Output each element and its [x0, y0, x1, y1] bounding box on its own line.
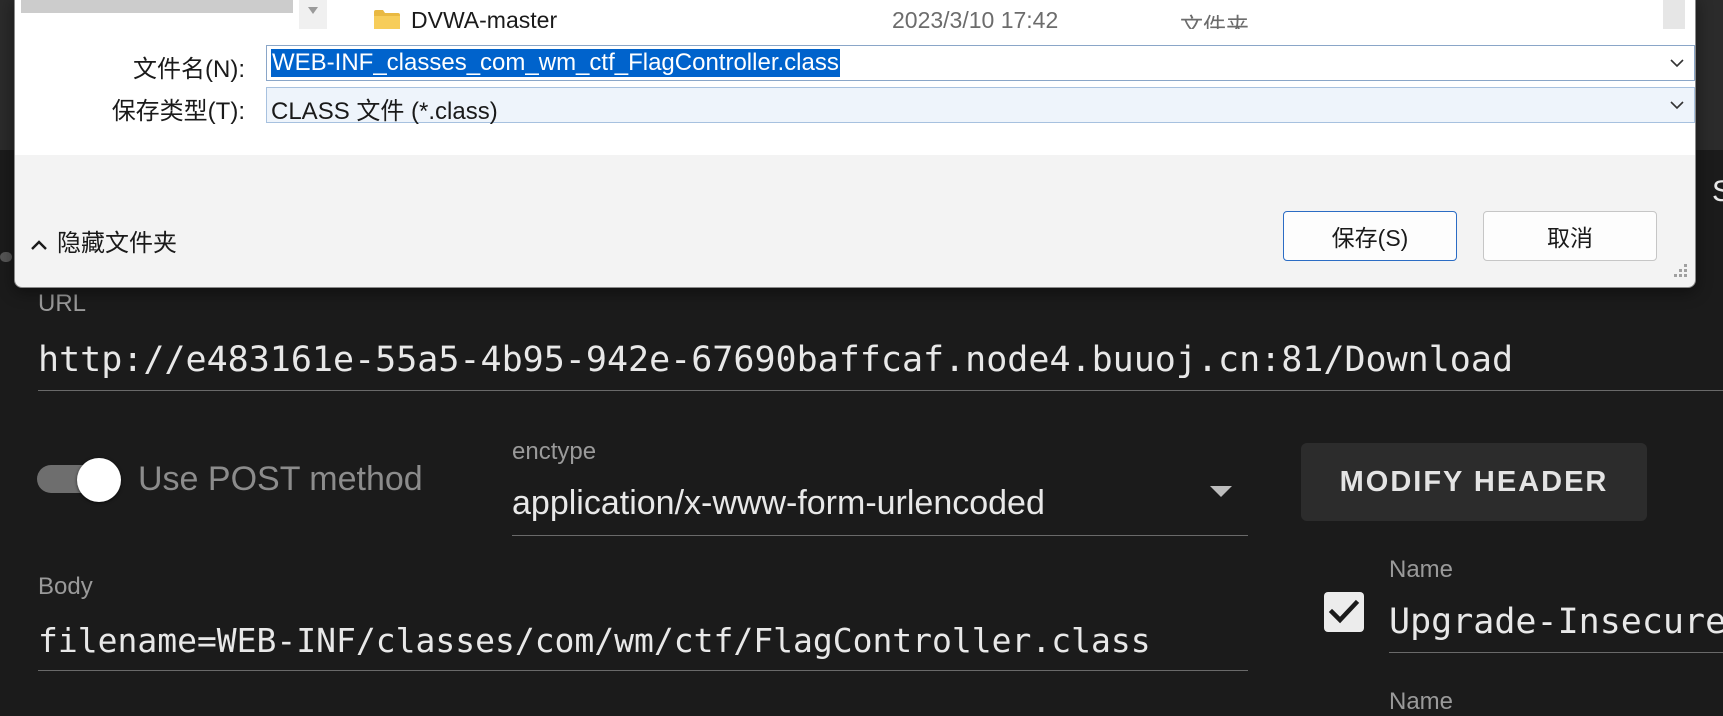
header-name-label: Name — [1389, 688, 1454, 715]
hide-folders-toggle[interactable]: 隐藏文件夹 — [31, 223, 177, 258]
url-input[interactable]: http://e483161e-55a5-4b95-942e-67690baff… — [38, 340, 1513, 380]
filename-combobox[interactable]: WEB-INF_classes_com_wm_ctf_FlagControlle… — [266, 45, 1695, 81]
save-button[interactable]: 保存(S) — [1283, 211, 1457, 261]
enctype-label: enctype — [512, 438, 597, 465]
header-enable-checkbox[interactable] — [1324, 592, 1364, 632]
folder-icon — [374, 10, 400, 29]
chevron-up-icon — [31, 239, 47, 250]
filename-label: 文件名(N): — [133, 56, 245, 83]
chevron-down-icon[interactable] — [1670, 98, 1684, 112]
cancel-button[interactable]: 取消 — [1483, 211, 1657, 261]
chevron-down-icon[interactable] — [1670, 56, 1684, 70]
hide-folders-label: 隐藏文件夹 — [57, 230, 177, 257]
header-name-underline — [1389, 652, 1723, 653]
enctype-select[interactable]: application/x-www-form-urlencoded — [512, 484, 1045, 523]
toggle-knob — [77, 458, 121, 502]
header-name-label: Name — [1389, 556, 1454, 583]
scrollbar-thumb[interactable] — [0, 252, 12, 262]
file-list-scrollbar[interactable] — [1663, 0, 1685, 29]
checkmark-icon — [1328, 599, 1360, 624]
resize-grip-icon[interactable] — [1669, 261, 1689, 281]
save-form-area: 文件名(N): WEB-INF_classes_com_wm_ctf_FlagC… — [15, 29, 1695, 155]
modify-header-button[interactable]: MODIFY HEADER — [1301, 443, 1647, 521]
url-label: URL — [38, 290, 87, 317]
save-file-dialog: DVWA-master 2023/3/10 17:42 文件夹 文件名(N): … — [14, 0, 1696, 288]
body-input[interactable]: filename=WEB-INF/classes/com/wm/ctf/Flag… — [38, 621, 1151, 660]
scroll-down-icon — [308, 7, 318, 14]
filename-input[interactable]: WEB-INF_classes_com_wm_ctf_FlagControlle… — [271, 49, 840, 77]
nav-pane-item[interactable] — [21, 0, 293, 13]
edge-label: S — [1712, 175, 1723, 208]
post-method-label: Use POST method — [138, 460, 423, 498]
nav-pane-scrollbar[interactable] — [299, 0, 327, 29]
dropdown-arrow-icon[interactable] — [1210, 486, 1232, 497]
enctype-underline — [512, 535, 1248, 536]
savetype-value: CLASS 文件 (*.class) — [271, 98, 498, 125]
header-name-input[interactable]: Upgrade-Insecure — [1389, 602, 1723, 642]
body-underline — [38, 670, 1248, 671]
post-method-toggle[interactable] — [37, 458, 121, 502]
url-underline — [38, 390, 1723, 391]
body-label: Body — [38, 573, 93, 600]
savetype-label: 保存类型(T): — [111, 98, 245, 125]
savetype-combobox[interactable]: CLASS 文件 (*.class) — [266, 87, 1695, 125]
